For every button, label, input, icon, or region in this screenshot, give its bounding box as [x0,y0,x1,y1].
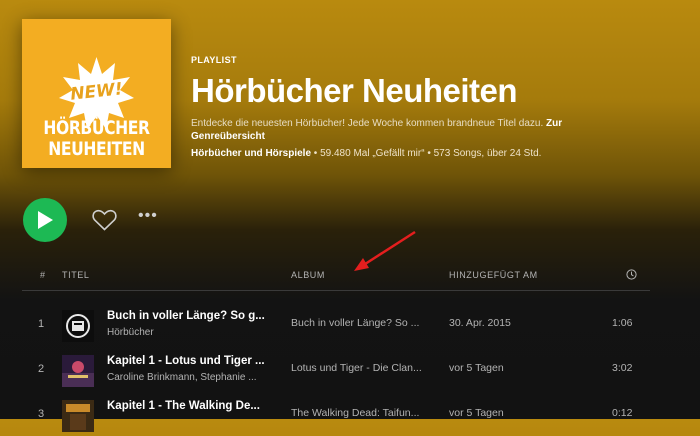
track-number: 2 [38,363,45,375]
table-row[interactable]: 3 Kapitel 1 - The Walking De... The Walk… [22,396,650,436]
track-artwork [62,355,94,387]
track-added-date: vor 5 Tagen [449,407,504,419]
track-artwork [62,310,94,342]
playlist-stats: • 59.480 Mal „Gefällt mir“ • 573 Songs, … [311,148,542,159]
header-title[interactable]: TITEL [62,270,90,280]
track-duration: 0:12 [612,407,633,419]
track-album[interactable]: Buch in voller Länge? So ... [291,317,439,329]
track-duration: 3:02 [612,362,633,374]
track-table-header: # TITEL ALBUM HINZUGEFÜGT AM [22,266,650,291]
clock-icon[interactable] [626,269,637,280]
playlist-type-label: PLAYLIST [191,55,237,65]
track-duration: 1:06 [612,317,633,329]
header-album[interactable]: ALBUM [291,270,325,280]
track-album[interactable]: Lotus und Tiger - Die Clan... [291,362,439,374]
cover-title-line1: HÖRBÜCHER [43,117,150,139]
play-button[interactable] [23,198,67,242]
playlist-header: PLAYLIST Hörbücher Neuheiten Entdecke di… [191,55,671,159]
track-artwork [62,400,94,432]
more-options-button[interactable]: ••• [138,207,158,225]
cover-title-line2: NEUHEITEN [48,138,145,160]
track-number: 3 [38,408,45,420]
playlist-cover[interactable]: NEW! HÖRBÜCHER NEUHEITEN [22,19,171,168]
track-artist[interactable]: Hörbücher [107,327,272,338]
track-added-date: vor 5 Tagen [449,362,504,374]
track-added-date: 30. Apr. 2015 [449,317,511,329]
playlist-owner-link[interactable]: Hörbücher und Hörspiele [191,148,311,159]
description-text: Entdecke die neuesten Hörbücher! Jede Wo… [191,118,544,129]
playlist-meta: Hörbücher und Hörspiele • 59.480 Mal „Ge… [191,148,671,159]
play-icon [38,211,53,229]
heart-icon[interactable] [92,209,117,231]
track-number: 1 [38,318,45,330]
track-title[interactable]: Kapitel 1 - The Walking De... [107,400,267,412]
playlist-description: Entdecke die neuesten Hörbücher! Jede Wo… [191,118,631,143]
header-number: # [40,270,46,280]
track-artist[interactable]: Caroline Brinkmann, Stephanie ... [107,372,272,383]
table-row[interactable]: 2 Kapitel 1 - Lotus und Tiger ... Caroli… [22,351,650,391]
table-row[interactable]: 1 Buch in voller Länge? So g... Hörbüche… [22,306,650,346]
track-title[interactable]: Kapitel 1 - Lotus und Tiger ... [107,355,267,367]
track-album[interactable]: The Walking Dead: Taifun... [291,407,439,419]
page-title: Hörbücher Neuheiten [191,72,518,109]
header-added[interactable]: HINZUGEFÜGT AM [449,270,538,280]
track-title[interactable]: Buch in voller Länge? So g... [107,310,267,322]
